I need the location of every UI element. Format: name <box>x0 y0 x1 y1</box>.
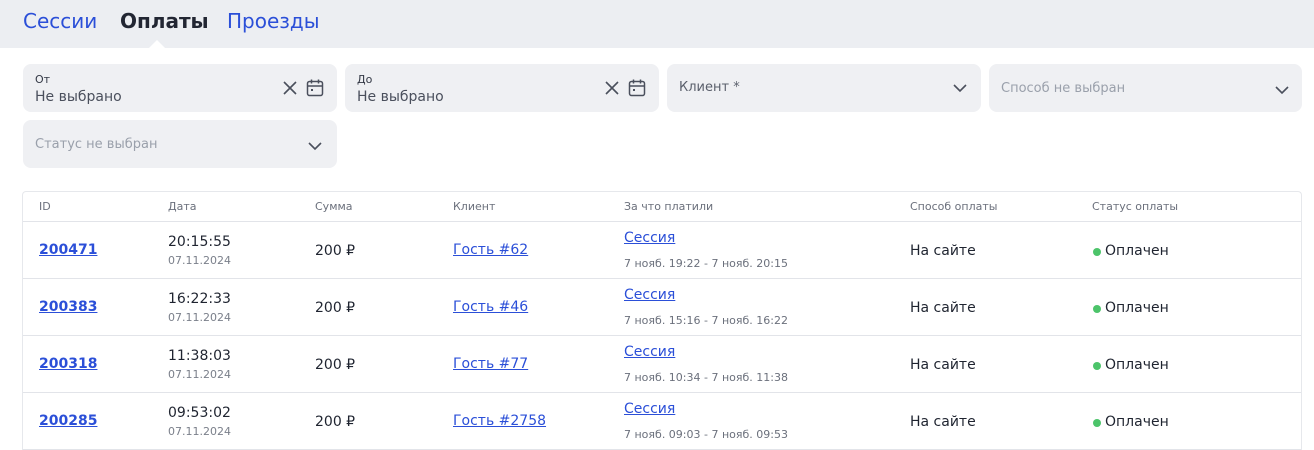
date-from-field[interactable]: От Не выбрано <box>23 64 337 112</box>
purpose-link[interactable]: Сессия <box>624 230 675 246</box>
payment-amount: 200 ₽ <box>315 300 356 316</box>
payment-time: 16:22:33 <box>168 291 231 307</box>
clear-icon[interactable] <box>602 78 622 98</box>
payment-method: На сайте <box>910 414 976 430</box>
payment-method: На сайте <box>910 357 976 373</box>
column-header-method: Способ оплаты <box>910 200 998 213</box>
date-from-label: От <box>35 73 51 86</box>
session-period: 7 нояб. 15:16 - 7 нояб. 16:22 <box>624 314 788 327</box>
calendar-icon[interactable] <box>305 78 325 98</box>
table-row: 200471 20:15:55 07.11.2024 200 ₽ Гость #… <box>23 222 1301 279</box>
tab-trips[interactable]: Проезды <box>227 8 320 34</box>
payments-table: ID Дата Сумма Клиент За что платили Спос… <box>22 191 1302 450</box>
client-link[interactable]: Гость #77 <box>453 356 528 372</box>
calendar-icon[interactable] <box>627 78 647 98</box>
payment-method: На сайте <box>910 300 976 316</box>
status-dot <box>1093 248 1101 256</box>
status-badge: Оплачен <box>1105 357 1169 373</box>
clear-icon[interactable] <box>280 78 300 98</box>
session-period: 7 нояб. 19:22 - 7 нояб. 20:15 <box>624 257 788 270</box>
payment-method: На сайте <box>910 243 976 259</box>
payment-status-select[interactable]: Статус не выбран <box>23 120 337 168</box>
date-to-field[interactable]: До Не выбрано <box>345 64 659 112</box>
payment-id-link[interactable]: 200285 <box>39 413 97 429</box>
purpose-link[interactable]: Сессия <box>624 344 675 360</box>
status-badge: Оплачен <box>1105 300 1169 316</box>
status-badge: Оплачен <box>1105 243 1169 259</box>
purpose-link[interactable]: Сессия <box>624 401 675 417</box>
table-header: ID Дата Сумма Клиент За что платили Спос… <box>23 192 1301 222</box>
chevron-down-icon <box>305 136 325 156</box>
payment-time: 20:15:55 <box>168 234 231 250</box>
payment-method-placeholder: Способ не выбран <box>1001 81 1126 96</box>
payment-method-select[interactable]: Способ не выбран <box>989 64 1302 112</box>
payment-time: 11:38:03 <box>168 348 231 364</box>
date-from-value: Не выбрано <box>35 89 122 105</box>
table-row: 200318 11:38:03 07.11.2024 200 ₽ Гость #… <box>23 336 1301 393</box>
table-row: 200285 09:53:02 07.11.2024 200 ₽ Гость #… <box>23 393 1301 450</box>
purpose-link[interactable]: Сессия <box>624 287 675 303</box>
payment-date: 07.11.2024 <box>168 311 231 324</box>
payment-amount: 200 ₽ <box>315 414 356 430</box>
payment-amount: 200 ₽ <box>315 357 356 373</box>
payment-status-placeholder: Статус не выбран <box>35 137 158 152</box>
client-link[interactable]: Гость #46 <box>453 299 528 315</box>
payment-amount: 200 ₽ <box>315 243 356 259</box>
tabs-bar: Сессии Оплаты Проезды <box>0 0 1314 48</box>
payment-id-link[interactable]: 200318 <box>39 356 97 372</box>
column-header-amount: Сумма <box>315 200 353 213</box>
client-link[interactable]: Гость #62 <box>453 242 528 258</box>
payment-date: 07.11.2024 <box>168 368 231 381</box>
tab-payments[interactable]: Оплаты <box>120 8 209 34</box>
session-period: 7 нояб. 09:03 - 7 нояб. 09:53 <box>624 428 788 441</box>
status-dot <box>1093 362 1101 370</box>
table-row: 200383 16:22:33 07.11.2024 200 ₽ Гость #… <box>23 279 1301 336</box>
active-tab-pointer <box>149 40 165 48</box>
column-header-id: ID <box>39 200 51 213</box>
status-dot <box>1093 419 1101 427</box>
payment-id-link[interactable]: 200471 <box>39 242 97 258</box>
column-header-purpose: За что платили <box>624 200 714 213</box>
client-select[interactable]: Клиент * <box>667 64 981 112</box>
client-link[interactable]: Гость #2758 <box>453 413 546 429</box>
status-dot <box>1093 305 1101 313</box>
client-select-placeholder: Клиент * <box>679 80 740 95</box>
tab-sessions[interactable]: Сессии <box>23 8 97 34</box>
session-period: 7 нояб. 10:34 - 7 нояб. 11:38 <box>624 371 788 384</box>
date-to-label: До <box>357 73 373 86</box>
payment-date: 07.11.2024 <box>168 425 231 438</box>
column-header-status: Статус оплаты <box>1092 200 1179 213</box>
column-header-date: Дата <box>168 200 197 213</box>
payment-time: 09:53:02 <box>168 405 231 421</box>
status-badge: Оплачен <box>1105 414 1169 430</box>
payment-id-link[interactable]: 200383 <box>39 299 97 315</box>
chevron-down-icon <box>950 78 970 98</box>
column-header-client: Клиент <box>453 200 496 213</box>
date-to-value: Не выбрано <box>357 89 444 105</box>
chevron-down-icon <box>1272 80 1292 100</box>
payment-date: 07.11.2024 <box>168 254 231 267</box>
